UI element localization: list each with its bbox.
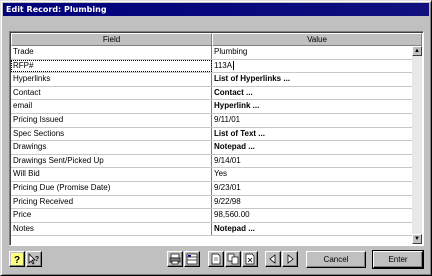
vertical-scrollbar[interactable]: ▲ ▼: [412, 46, 422, 244]
help-button[interactable]: ?: [9, 251, 25, 267]
table-row[interactable]: Pricing Received 9/22/98: [11, 195, 413, 210]
table-row[interactable]: Trade Plumbing: [11, 46, 413, 60]
field-value-cell[interactable]: Hyperlink ...: [212, 100, 413, 113]
table-row[interactable]: Will Bid Yes: [11, 168, 413, 182]
table-row[interactable]: Pricing Issued 9/11/01: [11, 113, 413, 128]
field-value-text: Plumbing: [214, 47, 248, 56]
field-name-cell: email: [11, 100, 212, 113]
triangle-right-icon: [287, 254, 294, 264]
table-row[interactable]: Contact Contact ...: [11, 86, 413, 101]
svg-text:?: ?: [35, 256, 39, 263]
field-name-cell: Notes: [11, 222, 212, 236]
copy-record-button[interactable]: [225, 251, 241, 267]
field-value-cell[interactable]: Plumbing: [212, 46, 413, 59]
field-name-cell: Spec Sections: [11, 127, 212, 141]
field-name-cell: Will Bid: [11, 168, 212, 181]
field-value-cell[interactable]: List of Hyperlinks ...: [212, 73, 413, 86]
copy-icon: [227, 253, 239, 265]
previous-record-button[interactable]: [265, 251, 281, 267]
cancel-button[interactable]: Cancel: [306, 251, 366, 268]
table-row[interactable]: Spec Sections List of Text ...: [11, 127, 413, 142]
new-record-button[interactable]: [208, 251, 224, 267]
table-row[interactable]: Hyperlinks List of Hyperlinks ...: [11, 73, 413, 87]
pointer-help-icon: ?: [28, 253, 39, 265]
table-row[interactable]: email Hyperlink ...: [11, 100, 413, 114]
field-value-text: 98,560.00: [214, 210, 250, 220]
field-value-cell[interactable]: Notepad ...: [212, 141, 413, 154]
field-value-text: 9/14/01: [214, 155, 241, 165]
field-value-cell[interactable]: 9/22/98: [212, 196, 413, 209]
edit-record-dialog: Edit Record: Plumbing Field Value Trade P…: [0, 0, 432, 276]
grid-header: Field Value: [11, 33, 422, 46]
field-value-cell[interactable]: 9/11/01: [212, 114, 413, 127]
delete-document-icon: [245, 253, 255, 265]
field-name-cell: Pricing Issued: [11, 113, 212, 127]
printer-icon: [169, 253, 181, 265]
field-value-cell[interactable]: 9/14/01: [212, 155, 413, 168]
triangle-left-icon: [269, 254, 276, 264]
column-header-field[interactable]: Field: [11, 33, 212, 46]
next-record-button[interactable]: [282, 251, 298, 267]
delete-record-button[interactable]: [242, 251, 258, 267]
print-button[interactable]: [167, 251, 183, 267]
table-row[interactable]: RFP# 113A: [11, 59, 413, 74]
field-value-text: List of Text ...: [214, 128, 265, 138]
field-value-text: List of Hyperlinks ...: [214, 74, 291, 84]
svg-text:?: ?: [14, 255, 20, 265]
field-name-cell: Drawings Sent/Picked Up: [11, 154, 212, 168]
field-name-cell: Pricing Due (Promise Date): [11, 181, 212, 195]
field-value-text: Yes: [214, 169, 228, 179]
field-value-cell[interactable]: Yes: [212, 168, 413, 181]
text-caret: [233, 60, 235, 70]
field-name-cell: RFP#: [11, 59, 212, 73]
field-name-cell: Price: [11, 209, 212, 222]
scroll-down-arrow-icon[interactable]: ▼: [412, 234, 422, 244]
question-mark-icon: ?: [11, 253, 23, 265]
enter-button[interactable]: Enter: [372, 250, 424, 269]
scroll-up-arrow-icon[interactable]: ▲: [412, 46, 422, 56]
field-name-cell: Hyperlinks: [11, 73, 212, 86]
field-value-cell[interactable]: 9/23/01: [212, 182, 413, 195]
field-name-cell: Trade: [11, 46, 212, 59]
field-value-text: Notepad ...: [214, 223, 255, 233]
column-header-value[interactable]: Value: [212, 33, 422, 46]
field-value-cell[interactable]: List of Text ...: [212, 128, 413, 141]
table-row[interactable]: Pricing Due (Promise Date) 9/23/01: [11, 181, 413, 196]
field-value-text: Contact ...: [214, 87, 253, 97]
dialog-title: Edit Record: Plumbing: [3, 3, 429, 16]
field-value-cell[interactable]: 98,560.00: [212, 209, 413, 222]
field-name-cell: Drawings: [11, 141, 212, 154]
field-value-cell[interactable]: Contact ...: [212, 87, 413, 100]
field-value-text: Notepad ...: [214, 142, 255, 152]
grid-rows: Trade Plumbing RFP# 113A Hyperlinks List of H…: [11, 46, 413, 237]
field-value-text: 9/23/01: [214, 182, 241, 192]
table-row[interactable]: Notes Notepad ...: [11, 222, 413, 237]
layout-button[interactable]: [184, 251, 200, 267]
field-value-text: Hyperlink ...: [214, 101, 260, 111]
table-row[interactable]: Drawings Sent/Picked Up 9/14/01: [11, 154, 413, 169]
field-value-text: 9/22/98: [214, 196, 241, 206]
field-value-cell[interactable]: Notepad ...: [212, 223, 413, 236]
field-name-cell: Pricing Received: [11, 195, 212, 209]
field-value-text: 113A: [214, 60, 233, 70]
table-row[interactable]: Drawings Notepad ...: [11, 141, 413, 155]
field-name-cell: Contact: [11, 86, 212, 100]
form-layout-icon: [186, 253, 198, 265]
value-edit-field[interactable]: 113A: [212, 60, 413, 73]
table-row[interactable]: Price 98,560.00: [11, 209, 413, 223]
record-grid: Field Value Trade Plumbing RFP# 113A Hyperli…: [9, 31, 424, 246]
field-value-text: 9/11/01: [214, 114, 241, 124]
whats-this-button[interactable]: ?: [26, 251, 42, 267]
new-document-icon: [211, 253, 221, 265]
